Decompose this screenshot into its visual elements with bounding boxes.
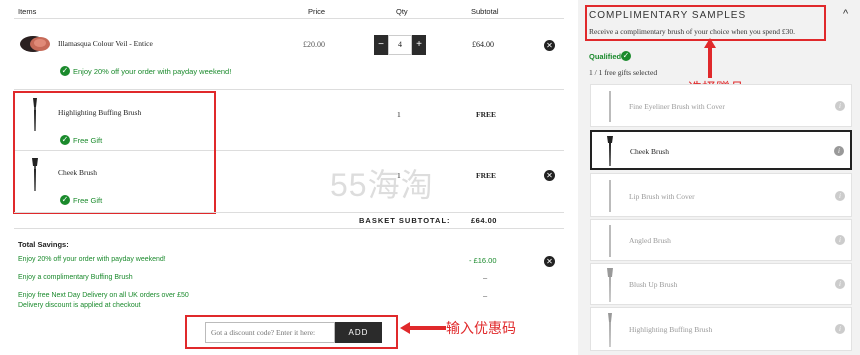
brush-icon	[607, 268, 613, 302]
basket-subtotal-label: BASKET SUBTOTAL:	[359, 216, 451, 225]
brush-icon	[607, 136, 613, 166]
savings-value: –	[483, 291, 488, 300]
promo-text: Enjoy 20% off your order with payday wee…	[73, 67, 232, 76]
red-arrow-icon	[704, 38, 716, 78]
gift-option[interactable]: Fine Eyeliner Brush with Cover i	[590, 84, 852, 127]
red-arrow-icon	[400, 322, 446, 334]
gift-option[interactable]: Blush Up Brush i	[590, 263, 852, 305]
gift-option[interactable]: Angled Brush i	[590, 219, 852, 261]
gift-highlight-box	[13, 91, 216, 214]
info-icon[interactable]: i	[835, 235, 845, 245]
info-icon[interactable]: i	[835, 324, 845, 334]
info-icon[interactable]: i	[835, 101, 845, 111]
header-subtotal: Subtotal	[471, 7, 499, 16]
product-thumbnail[interactable]	[18, 33, 52, 53]
savings-line: Enjoy free Next Day Delivery on all UK o…	[18, 292, 189, 299]
row-divider	[14, 212, 564, 213]
savings-value: - £16.00	[469, 256, 497, 265]
basket-subtotal-value: £64.00	[471, 216, 497, 225]
savings-line: Enjoy a complimentary Buffing Brush	[18, 274, 133, 281]
item-qty: 1	[397, 110, 401, 119]
qty-input[interactable]: 4	[388, 35, 412, 55]
header-items: Items	[18, 7, 37, 16]
watermark: 55海淘	[330, 167, 434, 203]
savings-title: Total Savings:	[18, 240, 69, 249]
savings-value: –	[483, 273, 488, 282]
qty-minus-button[interactable]: −	[374, 35, 388, 55]
discount-code-input[interactable]	[205, 322, 335, 343]
header-divider	[14, 18, 564, 19]
qualified-label: Qualified	[589, 52, 622, 61]
quantity-stepper[interactable]: − 4 +	[374, 35, 426, 55]
info-icon[interactable]: i	[834, 146, 844, 156]
check-circle-icon: ✓	[621, 51, 631, 61]
item-subtotal: FREE	[476, 171, 497, 180]
info-icon[interactable]: i	[835, 279, 845, 289]
gift-name: Lip Brush with Cover	[629, 192, 695, 201]
brush-icon	[609, 91, 611, 122]
brush-icon	[609, 180, 611, 212]
header-qty: Qty	[396, 7, 408, 16]
delivery-note: Delivery discount is applied at checkout	[18, 302, 141, 309]
gift-option[interactable]: Highlighting Buffing Brush i	[590, 307, 852, 351]
gift-option[interactable]: Lip Brush with Cover i	[590, 173, 852, 217]
savings-line: Enjoy 20% off your order with payday wee…	[18, 256, 166, 263]
colour-veil-jar-icon	[20, 36, 50, 52]
remove-x-icon[interactable]: ✕	[544, 256, 555, 267]
check-circle-icon: ✓	[60, 66, 70, 76]
row-divider	[14, 228, 564, 229]
item-price: £20.00	[303, 40, 325, 49]
brush-icon	[608, 313, 612, 347]
brush-icon	[609, 225, 611, 257]
gift-name: Angled Brush	[629, 236, 671, 245]
item-name[interactable]: Illamasqua Colour Veil - Entice	[58, 39, 153, 48]
row-divider	[14, 89, 564, 90]
gift-name: Blush Up Brush	[629, 280, 678, 289]
annotation-code: 输入优惠码	[446, 321, 516, 337]
remove-x-icon[interactable]: ✕	[544, 40, 555, 51]
gift-name: Cheek Brush	[630, 147, 669, 156]
samples-highlight-box	[585, 5, 826, 41]
qty-plus-button[interactable]: +	[412, 35, 426, 55]
collapse-chevron-icon[interactable]: ^	[843, 8, 848, 20]
gift-option-selected[interactable]: Cheek Brush i	[590, 130, 852, 170]
remove-x-icon[interactable]: ✕	[544, 170, 555, 181]
info-icon[interactable]: i	[835, 191, 845, 201]
add-discount-button[interactable]: ADD	[335, 322, 382, 343]
item-subtotal: FREE	[476, 110, 497, 119]
gift-name: Fine Eyeliner Brush with Cover	[629, 102, 725, 111]
gift-count: 1 / 1 free gifts selected	[589, 68, 658, 77]
header-price: Price	[308, 7, 326, 16]
gift-name: Highlighting Buffing Brush	[629, 325, 713, 334]
item-subtotal: £64.00	[472, 40, 494, 49]
